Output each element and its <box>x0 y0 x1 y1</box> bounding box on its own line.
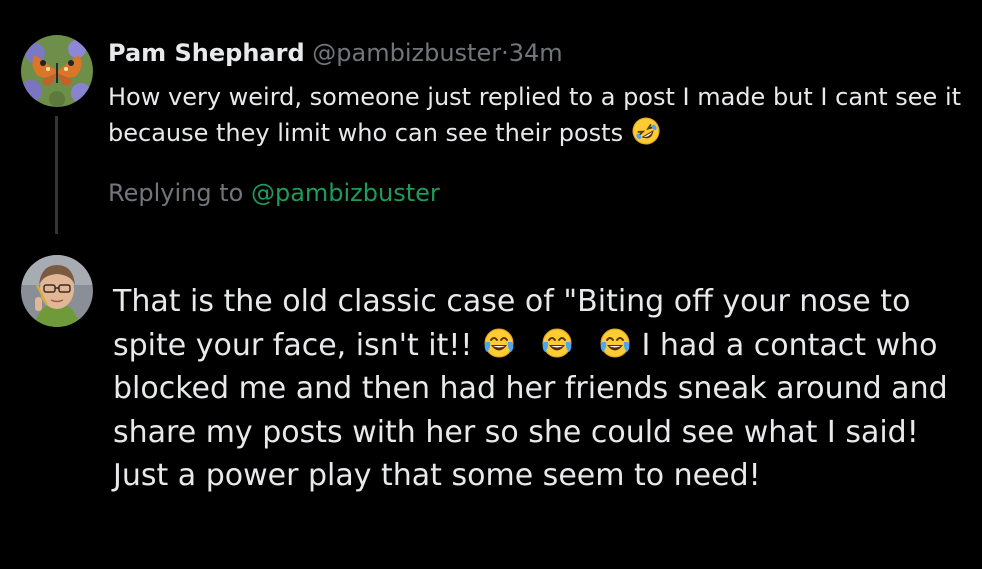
author-handle[interactable]: @pambizbuster <box>312 39 501 67</box>
reply-body: That is the old classic case of "Biting … <box>113 280 973 498</box>
replying-to-handle-link[interactable]: @pambizbuster <box>251 179 440 207</box>
rolling-on-floor-laughing-icon <box>631 116 661 146</box>
replying-to-label: Replying to <box>108 179 244 207</box>
post-body: How very weird, someone just replied to … <box>108 79 968 151</box>
face-with-tears-of-joy-icon <box>482 326 516 360</box>
post-header: Pam Shephard @pambizbuster·34m <box>108 38 563 68</box>
thread-connector-line <box>55 116 58 234</box>
post-text: How very weird, someone just replied to … <box>108 83 962 147</box>
replying-to-line: Replying to @pambizbuster <box>108 176 440 210</box>
reply-author-avatar[interactable] <box>21 255 93 327</box>
face-with-tears-of-joy-icon <box>540 326 574 360</box>
author-name[interactable]: Pam Shephard <box>108 39 305 67</box>
face-with-tears-of-joy-icon <box>598 326 632 360</box>
post-timestamp[interactable]: 34m <box>509 39 563 67</box>
separator-dot: · <box>501 39 509 67</box>
author-avatar[interactable] <box>21 35 93 107</box>
